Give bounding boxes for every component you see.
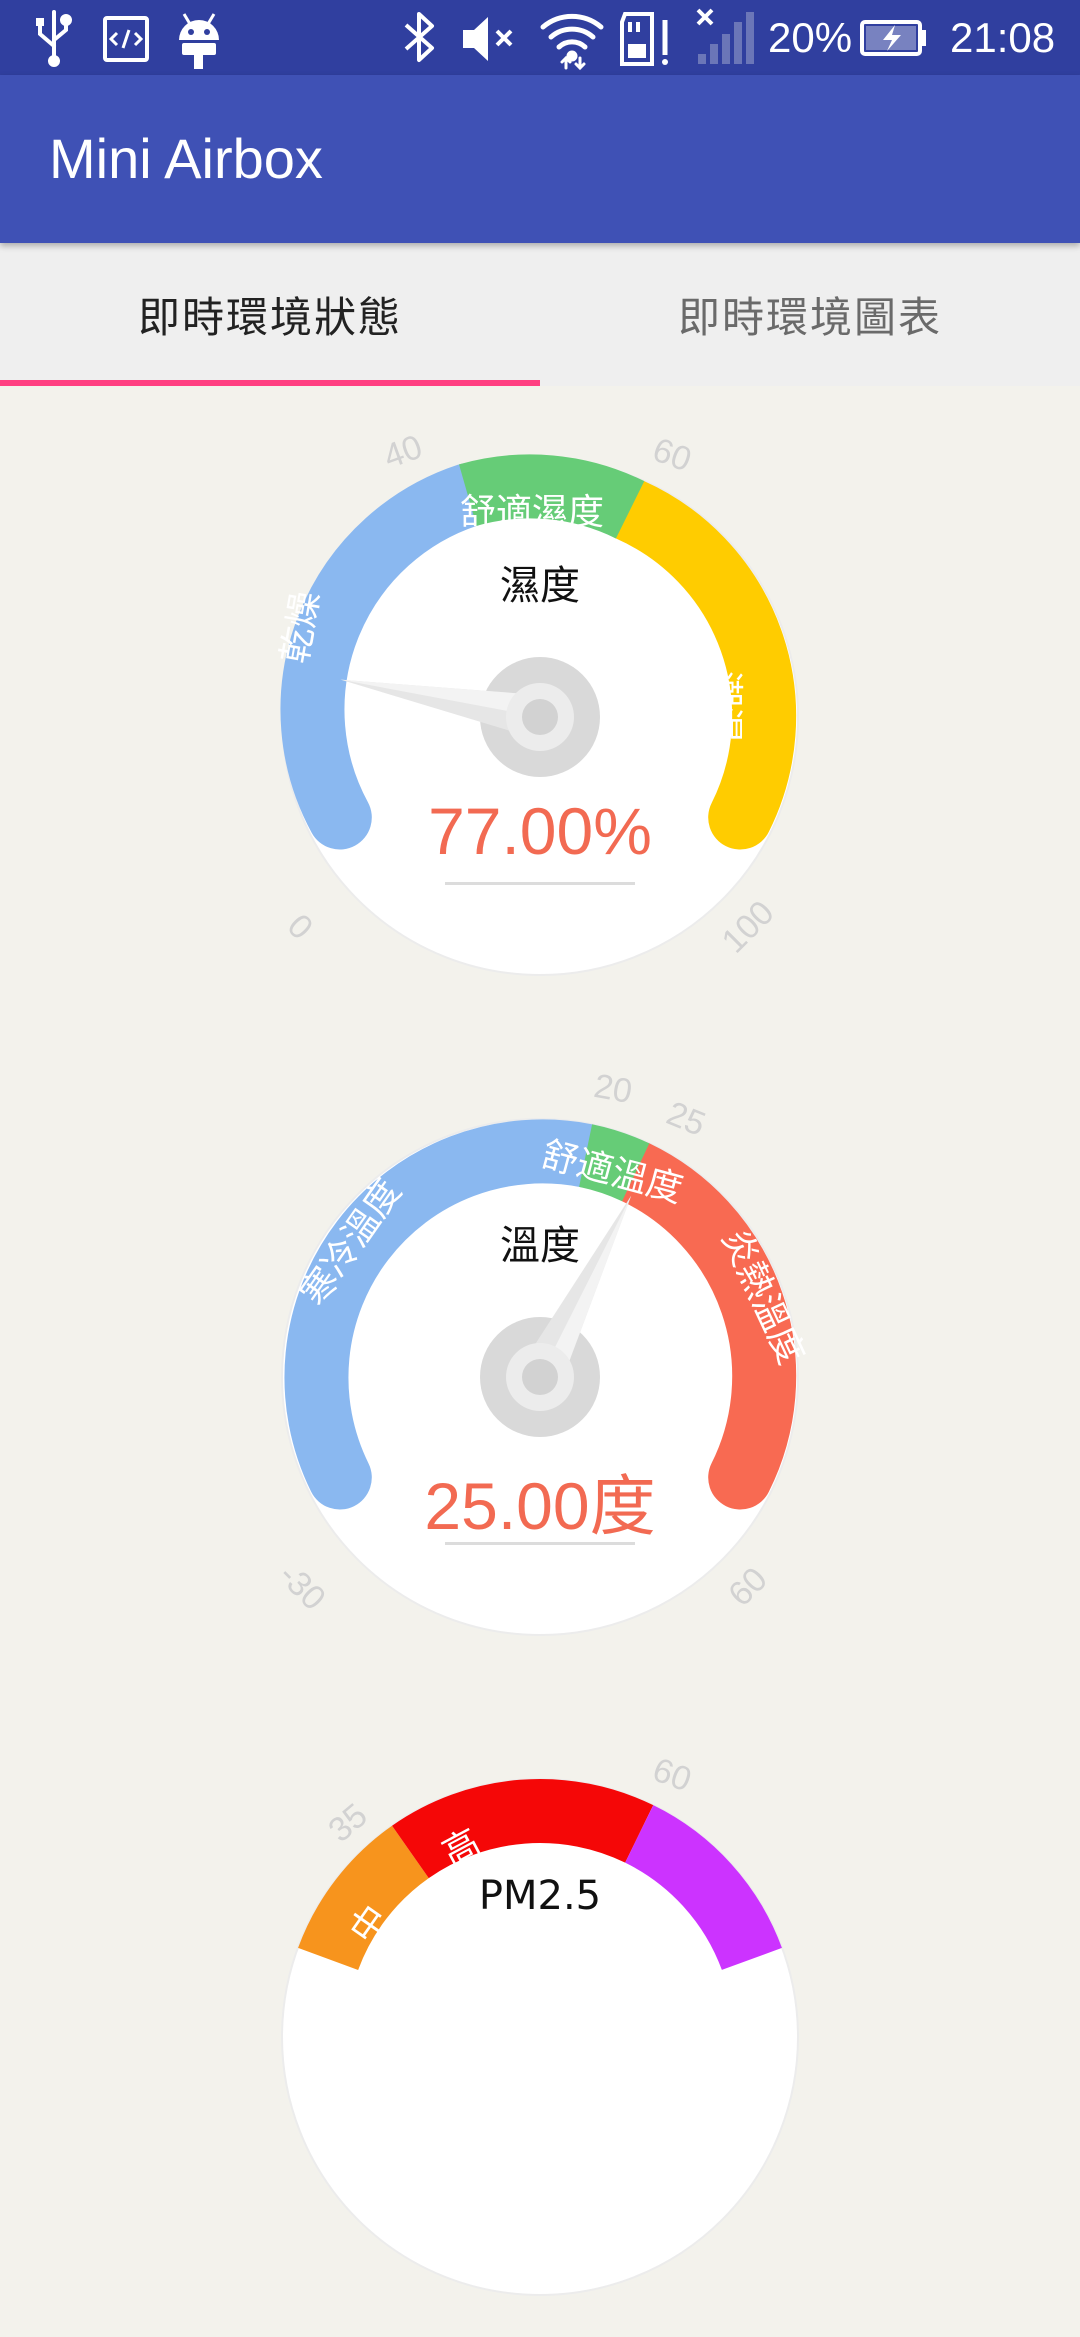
gauge-value: 25.00度: [424, 1469, 656, 1543]
tab-realtime-status[interactable]: 即時環境狀態: [0, 243, 540, 386]
tab-realtime-chart[interactable]: 即時環境圖表: [540, 243, 1080, 386]
sd-card-icon: [620, 12, 668, 66]
gauge-title: 溫度: [500, 1223, 580, 1269]
bluetooth-icon: [404, 12, 434, 62]
android-icon: [179, 13, 219, 69]
value-underline: [445, 882, 635, 885]
mute-icon: [463, 17, 513, 61]
value-underline: [445, 1542, 635, 1545]
signal-icon: [696, 8, 754, 64]
tab-bar: 即時環境狀態 即時環境圖表: [0, 243, 1080, 386]
comfort-zone-label: 舒適濕度: [460, 492, 605, 533]
app-title: Mini Airbox: [49, 127, 323, 190]
gauge-title: 濕度: [500, 563, 580, 609]
gauge-value: 77.00%: [428, 794, 652, 868]
humidity-gauge: 0 40 60 100 乾燥 舒適濕度 潮濕 濕度 77.00%: [240, 417, 840, 1017]
battery-percent: 20%: [768, 14, 853, 61]
pm25-gauge: 35 60 高 中 PM2.5: [240, 1737, 840, 2337]
gauge-title: PM2.5: [478, 1873, 602, 1919]
clock: 21:08: [950, 14, 1056, 61]
status-bar: 20% 21:08: [0, 0, 1080, 75]
battery-icon: [860, 20, 926, 56]
code-icon: [103, 16, 149, 62]
wifi-icon: [540, 13, 604, 71]
app-bar: Mini Airbox: [0, 75, 1080, 243]
usb-icon: [36, 10, 72, 67]
tab-indicator: [0, 380, 540, 386]
temperature-gauge: -30 20 25 60 寒冷溫度 舒適溫度 炎熱溫度 溫度 25.00度: [240, 1067, 840, 1677]
humid-zone-label: 潮濕: [704, 670, 746, 744]
